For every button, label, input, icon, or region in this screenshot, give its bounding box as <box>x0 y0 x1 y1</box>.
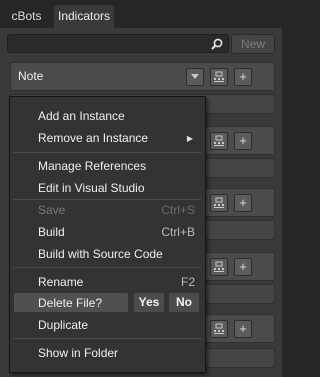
add-icon[interactable]: + <box>234 194 252 212</box>
instances-icon[interactable] <box>210 320 228 338</box>
add-icon[interactable]: + <box>234 132 252 150</box>
save-shortcut: Ctrl+S <box>161 203 195 217</box>
instances-icon[interactable] <box>210 132 228 150</box>
tab-indicators[interactable]: Indicators <box>54 5 114 28</box>
menu-item-show-in-folder[interactable]: Show in Folder <box>38 346 118 360</box>
menu-item-edit-visual-studio[interactable]: Edit in Visual Studio <box>38 181 145 195</box>
instances-icon[interactable] <box>210 68 228 86</box>
add-icon[interactable]: + <box>234 68 252 86</box>
search-icon[interactable] <box>210 37 224 51</box>
menu-item-build-source[interactable]: Build with Source Code <box>38 247 163 261</box>
build-shortcut: Ctrl+B <box>161 225 195 239</box>
rename-shortcut: F2 <box>180 275 195 289</box>
list-item[interactable]: Note + <box>10 62 275 91</box>
add-icon[interactable]: + <box>234 258 252 276</box>
search-input[interactable] <box>7 34 229 53</box>
menu-item-duplicate[interactable]: Duplicate <box>38 318 88 332</box>
menu-separator <box>14 338 201 339</box>
menu-item-add-instance[interactable]: Add an Instance <box>38 109 125 123</box>
menu-separator <box>14 152 201 153</box>
menu-item-save: Save <box>38 203 66 217</box>
add-icon[interactable]: + <box>234 320 252 338</box>
menu-separator <box>14 199 201 200</box>
menu-item-rename[interactable]: Rename <box>38 275 83 289</box>
dropdown-icon[interactable] <box>186 68 204 86</box>
tab-bar: cBots Indicators <box>0 0 282 28</box>
delete-no-button[interactable]: No <box>169 293 199 312</box>
menu-item-build[interactable]: Build <box>38 225 65 239</box>
instances-icon[interactable] <box>210 194 228 212</box>
menu-item-remove-instance[interactable]: Remove an Instance <box>38 131 148 145</box>
menu-item-manage-references[interactable]: Manage References <box>38 159 146 173</box>
list-item-name: Note <box>18 69 44 83</box>
menu-separator <box>14 267 201 268</box>
instances-icon[interactable] <box>210 258 228 276</box>
submenu-arrow-icon: ▶ <box>186 134 193 143</box>
delete-yes-button[interactable]: Yes <box>134 293 164 312</box>
menu-item-delete: Delete File? <box>38 296 103 310</box>
new-button[interactable]: New <box>231 34 275 54</box>
tab-cbots[interactable]: cBots <box>3 5 50 28</box>
context-menu: Add an Instance Remove an Instance ▶ Man… <box>9 96 206 373</box>
